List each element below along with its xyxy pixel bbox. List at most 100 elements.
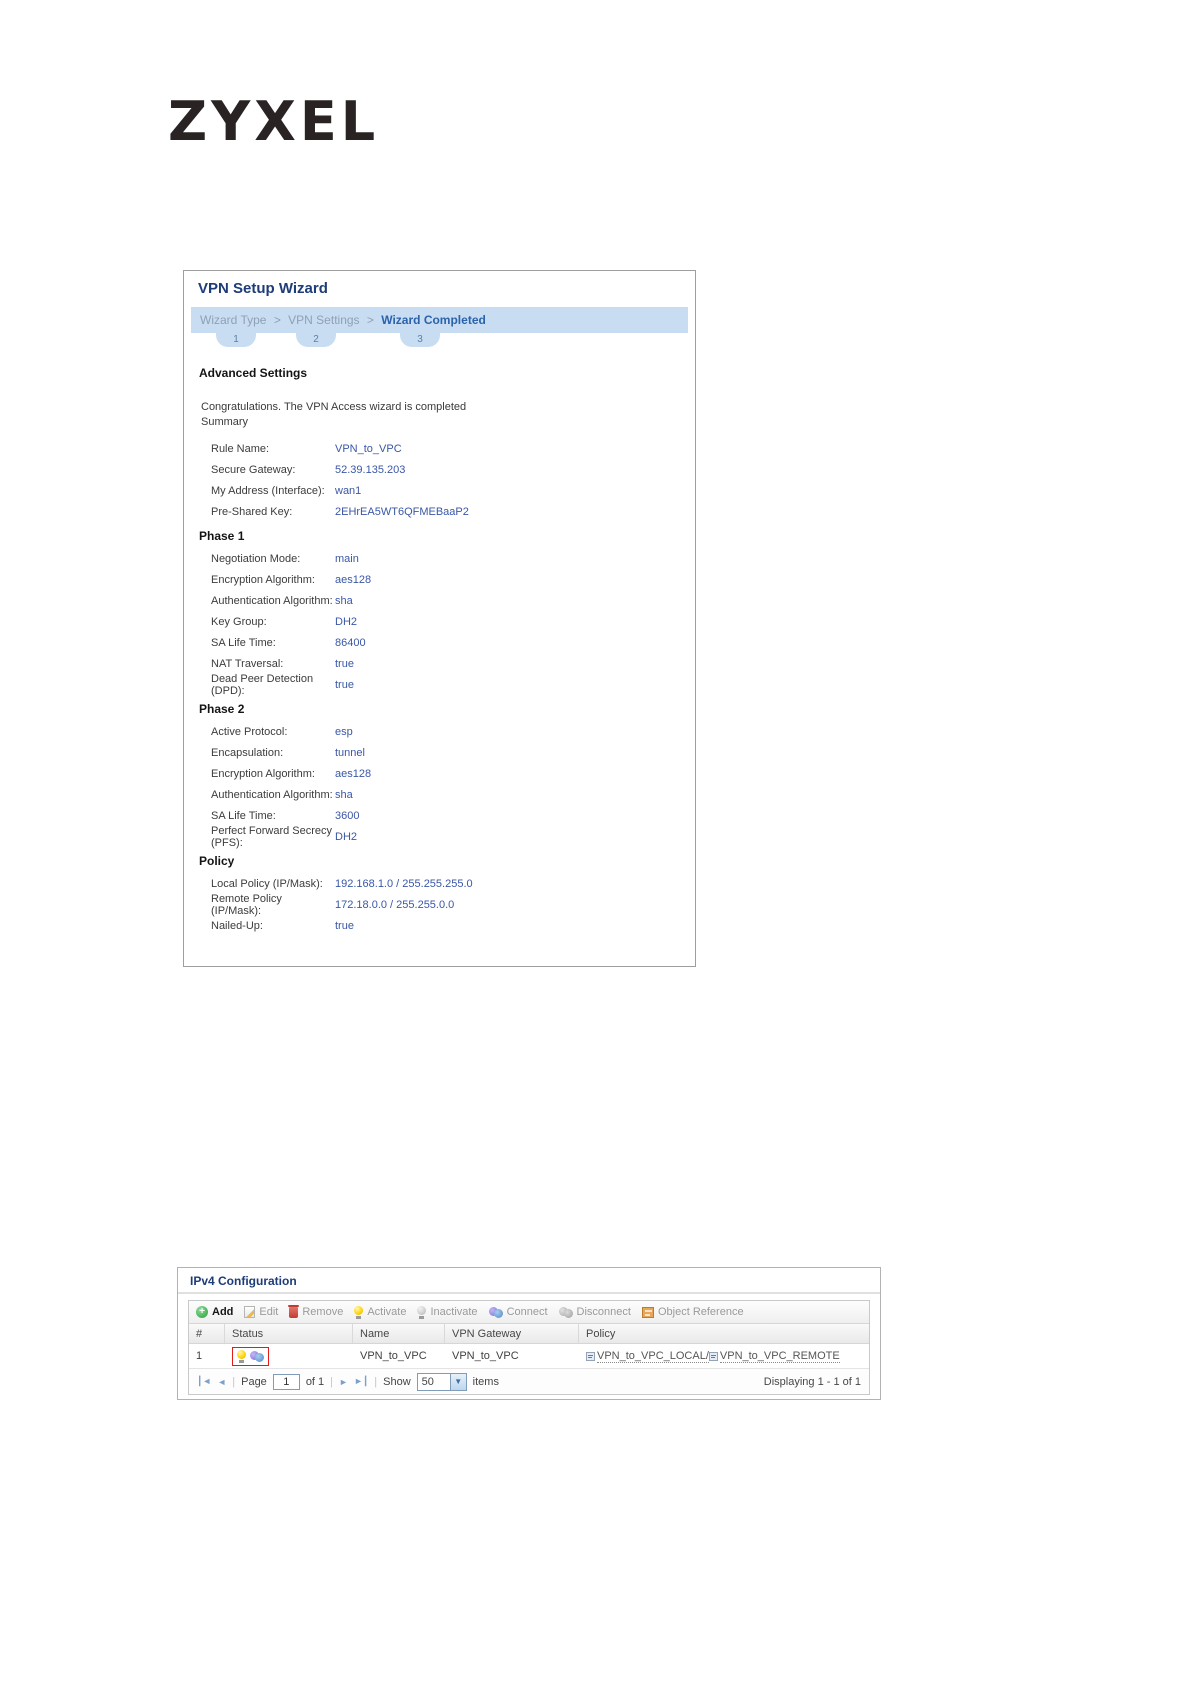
column-header-name[interactable]: Name [353, 1324, 445, 1343]
field-label: Dead Peer Detection (DPD): [211, 672, 314, 697]
connect-icon [488, 1306, 503, 1318]
object-reference-button-label: Object Reference [657, 1306, 744, 1318]
row-number: 1 [196, 1350, 203, 1362]
disconnect-button[interactable]: Disconnect [558, 1306, 631, 1318]
edit-icon [244, 1306, 256, 1318]
grid-toolbar: Add Edit Remove Activate Inactivate Conn… [189, 1301, 869, 1324]
field-label: Local Policy (IP/Mask): [211, 877, 323, 890]
pager-divider: | [374, 1375, 378, 1388]
field-label: Pre-Shared Key: [211, 505, 293, 518]
zyxel-logo: ZYXEL [168, 90, 380, 153]
phase1-row-nat-traversal: NAT Traversal: true [184, 653, 695, 674]
policy-remote-object[interactable]: VPN_to_VPC_REMOTE [708, 1349, 840, 1363]
show-label: Show [383, 1375, 411, 1388]
add-button[interactable]: Add [196, 1306, 233, 1318]
displaying-status: Displaying 1 - 1 of 1 [763, 1375, 861, 1388]
row-status-cell [225, 1346, 353, 1366]
field-value: 3600 [335, 809, 360, 822]
lightbulb-on-icon [354, 1305, 364, 1319]
ipv4-configuration-title: IPv4 Configuration [178, 1268, 880, 1294]
field-label: Rule Name: [211, 442, 270, 455]
field-value: aes128 [335, 573, 372, 586]
field-label: Nailed-Up: [211, 919, 263, 932]
field-value: true [335, 678, 354, 691]
breadcrumb-separator: > [366, 313, 374, 327]
breadcrumb-wizard-completed: Wizard Completed [381, 313, 486, 327]
field-label: My Address (Interface): [211, 484, 325, 497]
phase1-row-negotiation-mode: Negotiation Mode: main [184, 548, 695, 569]
field-value: aes128 [335, 767, 372, 780]
policy-local-label: VPN_to_VPC_LOCAL/ [597, 1349, 709, 1363]
field-value: 192.168.1.0 / 255.255.255.0 [335, 877, 473, 890]
field-label: NAT Traversal: [211, 657, 284, 670]
breadcrumb-vpn-settings[interactable]: VPN Settings [288, 313, 359, 327]
breadcrumb-wizard-type[interactable]: Wizard Type [200, 313, 266, 327]
last-page-icon[interactable]: ►┃ [354, 1376, 368, 1387]
phase2-row-encryption: Encryption Algorithm: aes128 [184, 763, 695, 784]
field-value: sha [335, 594, 353, 607]
phase1-row-key-group: Key Group: DH2 [184, 611, 695, 632]
field-label: SA Life Time: [211, 636, 276, 649]
field-value: main [335, 552, 359, 565]
pager-divider: | [232, 1375, 236, 1388]
field-label: SA Life Time: [211, 809, 276, 822]
remove-button[interactable]: Remove [288, 1305, 343, 1318]
field-value: 2EHrEA5WT6QFMEBaaP2 [335, 505, 469, 518]
summary-label: Summary [201, 416, 249, 428]
table-header-row: # Status Name VPN Gateway Policy [189, 1324, 869, 1344]
page-of-label: of 1 [305, 1375, 325, 1388]
add-icon [196, 1306, 208, 1318]
congratulations-text: Congratulations. The VPN Access wizard i… [201, 400, 695, 430]
address-object-icon [586, 1351, 595, 1361]
field-label: Active Protocol: [211, 725, 288, 738]
edit-button[interactable]: Edit [244, 1306, 278, 1318]
policy-remote-label: VPN_to_VPC_REMOTE [719, 1349, 840, 1363]
inactivate-button-label: Inactivate [430, 1306, 478, 1318]
previous-page-icon[interactable]: ◄ [217, 1377, 226, 1387]
field-value: wan1 [335, 484, 362, 497]
column-header-number[interactable]: # [189, 1324, 225, 1343]
field-label: Encryption Algorithm: [211, 573, 315, 586]
activate-button-label: Activate [367, 1306, 407, 1318]
first-page-icon[interactable]: ┃◄ [197, 1376, 211, 1387]
policy-row-nailed-up: Nailed-Up: true [184, 915, 695, 936]
connect-button-label: Connect [506, 1306, 548, 1318]
field-value: tunnel [335, 746, 365, 759]
column-header-status[interactable]: Status [225, 1324, 353, 1343]
ipv4-configuration-panel: IPv4 Configuration Add Edit Remove Activ… [177, 1267, 881, 1400]
phase1-row-encryption: Encryption Algorithm: aes128 [184, 569, 695, 590]
activate-button[interactable]: Activate [354, 1305, 407, 1319]
connect-button[interactable]: Connect [488, 1306, 548, 1318]
wizard-step-indicators: 1 2 3 [191, 333, 688, 350]
field-label: Encapsulation: [211, 746, 284, 759]
table-row[interactable]: 1 VPN_to_VPC VPN_to_VPC VPN_to_VPC_LOCAL… [189, 1344, 869, 1369]
vpn-connection-grid: Add Edit Remove Activate Inactivate Conn… [188, 1300, 870, 1395]
items-per-page-dropdown[interactable]: 50 ▼ [416, 1372, 467, 1391]
inactivate-button[interactable]: Inactivate [417, 1305, 478, 1319]
phase2-heading: Phase 2 [199, 702, 245, 716]
chevron-down-icon: ▼ [449, 1373, 466, 1390]
field-value: sha [335, 788, 353, 801]
summary-row-rule-name: Rule Name: VPN_to_VPC [184, 438, 695, 459]
field-label: Authentication Algorithm: [211, 788, 333, 801]
column-header-policy[interactable]: Policy [579, 1324, 869, 1343]
field-value: VPN_to_VPC [335, 442, 402, 455]
object-reference-button[interactable]: Object Reference [641, 1306, 744, 1318]
field-label: Negotiation Mode: [211, 552, 301, 565]
items-per-page-value: 50 [421, 1375, 434, 1388]
status-highlight-box [232, 1346, 269, 1366]
address-object-icon [708, 1351, 718, 1361]
policy-row-local: Local Policy (IP/Mask): 192.168.1.0 / 25… [184, 873, 695, 894]
phase1-row-dpd: Dead Peer Detection (DPD): true [184, 672, 695, 697]
phase1-row-sa-life-time: SA Life Time: 86400 [184, 632, 695, 653]
status-connected-icon [250, 1350, 264, 1362]
field-label: Secure Gateway: [211, 463, 296, 476]
add-button-label: Add [212, 1306, 234, 1318]
pagination-bar: ┃◄ ◄ | Page 1 of 1 | ► ►┃ | Show 50 ▼ it… [189, 1369, 869, 1394]
next-page-icon[interactable]: ► [339, 1377, 348, 1387]
page-number-input[interactable]: 1 [272, 1373, 300, 1390]
policy-local-object[interactable]: VPN_to_VPC_LOCAL/ [586, 1350, 709, 1363]
field-label: Encryption Algorithm: [211, 767, 315, 780]
column-header-vpn-gateway[interactable]: VPN Gateway [445, 1324, 579, 1343]
field-value: 172.18.0.0 / 255.255.0.0 [335, 898, 455, 911]
